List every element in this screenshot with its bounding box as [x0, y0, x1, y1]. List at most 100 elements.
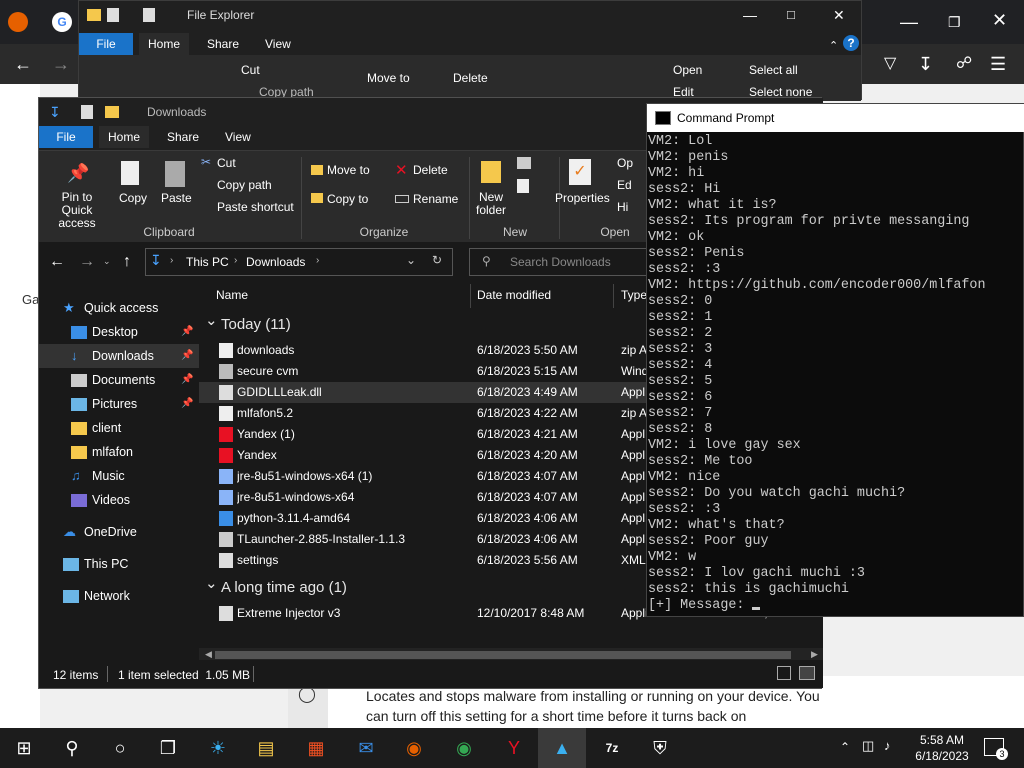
details-view-icon[interactable]	[777, 666, 791, 680]
chevron-down-icon[interactable]: ⌄	[406, 253, 416, 267]
recent-locations-icon[interactable]: ⌄	[103, 256, 111, 267]
task-view-icon[interactable]: ❐	[144, 728, 192, 768]
easy-access-icon[interactable]	[517, 179, 529, 193]
move-to-button[interactable]: Move to	[327, 163, 370, 177]
tab-share[interactable]: Share	[167, 126, 199, 148]
pin-icon[interactable]: 📌	[181, 392, 193, 416]
cmd-output[interactable]: VM2: Lol VM2: penis VM2: hi sess2: Hi VM2: w…	[647, 134, 1024, 616]
open-button[interactable]: Open	[673, 63, 702, 77]
edge-icon[interactable]: ☀	[194, 728, 242, 768]
search-input[interactable]: Search Downloads	[510, 255, 611, 269]
chevron-down-icon[interactable]: ⌄	[205, 573, 218, 594]
close-icon[interactable]: ✕	[833, 5, 845, 25]
nav-item[interactable]: ★ Quick access	[39, 296, 199, 320]
pin-icon[interactable]: 📌	[181, 320, 193, 344]
tab-home[interactable]: Home	[99, 126, 149, 148]
mail-icon[interactable]: ✉	[342, 728, 390, 768]
nav-item[interactable]: Desktop 📌	[39, 320, 199, 344]
paste-shortcut-button[interactable]: Paste shortcut	[217, 200, 294, 214]
delete-button[interactable]: Delete	[413, 163, 448, 177]
back-icon[interactable]: ←	[14, 54, 32, 74]
cut-button[interactable]: Cut	[241, 63, 260, 77]
download-icon[interactable]: ↧	[918, 54, 933, 74]
open-button[interactable]: Op	[617, 156, 633, 170]
volume-icon[interactable]: ♪	[884, 738, 891, 753]
chevron-down-icon[interactable]: ⌄	[205, 310, 218, 331]
firefox-icon[interactable]: ◉	[390, 728, 438, 768]
properties-icon[interactable]	[81, 105, 93, 119]
minimize-icon[interactable]: —	[743, 5, 757, 25]
breadcrumb-downloads[interactable]: Downloads	[246, 255, 305, 269]
up-icon[interactable]: ↑	[123, 252, 131, 272]
pin-icon[interactable]: 📌	[181, 368, 193, 392]
forward-icon[interactable]: →	[52, 54, 70, 74]
7zip-icon[interactable]: 7z	[588, 728, 636, 768]
start-icon[interactable]: ⊞	[0, 728, 48, 768]
nav-item[interactable]: Network	[39, 584, 199, 608]
history-button[interactable]: Hi	[617, 200, 628, 214]
nav-item[interactable]: Documents 📌	[39, 368, 199, 392]
properties-button[interactable]: Properties	[555, 191, 610, 205]
collapse-ribbon-icon[interactable]: ⌃	[829, 39, 838, 52]
tab-view[interactable]: View	[265, 33, 291, 55]
address-bar[interactable]: ↧ › This PC › Downloads › ⌄ ↻	[145, 248, 453, 276]
cut-button[interactable]: Cut	[217, 156, 236, 170]
close-icon[interactable]: ✕	[992, 10, 1007, 30]
yandex-icon[interactable]: Y	[490, 728, 538, 768]
tab-view[interactable]: View	[225, 126, 251, 148]
select-all-button[interactable]: Select all	[749, 63, 798, 77]
maximize-icon[interactable]: □	[787, 5, 795, 25]
menu-icon[interactable]: ☰	[990, 54, 1006, 74]
pocket-icon[interactable]: ▽	[884, 54, 896, 74]
breadcrumb-this-pc[interactable]: This PC	[186, 255, 229, 269]
forward-icon[interactable]: →	[79, 252, 95, 272]
extensions-icon[interactable]: ☍	[956, 54, 972, 74]
new-folder-button[interactable]: New folder	[475, 191, 507, 217]
rename-button[interactable]: Rename	[413, 192, 458, 206]
large-icons-view-icon[interactable]	[799, 666, 815, 680]
new-icon[interactable]	[143, 8, 155, 22]
nav-item[interactable]: Pictures 📌	[39, 392, 199, 416]
nav-item[interactable]: ↓ Downloads 📌	[39, 344, 199, 368]
back-icon[interactable]: ←	[49, 252, 65, 272]
store-icon[interactable]: ▦	[292, 728, 340, 768]
search-icon[interactable]: ⚲	[48, 728, 96, 768]
firefox-icon[interactable]	[8, 12, 28, 32]
search-box[interactable]: ⚲ Search Downloads	[469, 248, 649, 276]
tab-file[interactable]: File	[39, 126, 93, 148]
delete-button[interactable]: Delete	[453, 71, 488, 85]
minimize-icon[interactable]: —	[900, 12, 918, 32]
edit-button[interactable]: Ed	[617, 178, 632, 192]
copy-to-button[interactable]: Copy to	[327, 192, 368, 206]
paste-button[interactable]: Paste	[161, 191, 192, 205]
move-to-button[interactable]: Move to	[367, 71, 410, 85]
chrome-icon[interactable]: ◉	[440, 728, 488, 768]
tab-home[interactable]: Home	[139, 33, 189, 55]
copy-button[interactable]: Copy	[119, 191, 147, 205]
column-name[interactable]: Name	[216, 288, 248, 302]
restore-icon[interactable]: ❐	[948, 12, 961, 32]
help-icon[interactable]: ?	[843, 35, 859, 51]
shield-icon[interactable]: ⛨	[636, 728, 684, 768]
tab-share[interactable]: Share	[207, 33, 239, 55]
nav-item[interactable]: ♫ Music	[39, 464, 199, 488]
nav-item[interactable]: mlfafon	[39, 440, 199, 464]
show-hidden-icons-icon[interactable]: ⌃	[840, 740, 850, 754]
column-date-modified[interactable]: Date modified	[477, 288, 551, 302]
google-tab-icon[interactable]: G	[52, 12, 72, 32]
nav-item[interactable]: This PC	[39, 552, 199, 576]
refresh-icon[interactable]: ↻	[432, 253, 442, 267]
nav-item[interactable]: Videos	[39, 488, 199, 512]
pin-icon[interactable]: 📌	[181, 344, 193, 368]
copy-path-button[interactable]: Copy path	[217, 178, 272, 192]
nav-item[interactable]: ☁ OneDrive	[39, 520, 199, 544]
new-item-icon[interactable]	[517, 157, 531, 169]
python-icon[interactable]: ▲	[538, 728, 586, 768]
column-type[interactable]: Type	[621, 288, 647, 302]
file-explorer-icon[interactable]: ▤	[242, 728, 290, 768]
clock[interactable]: 5:58 AM 6/18/2023	[910, 732, 974, 764]
properties-icon[interactable]	[107, 8, 119, 22]
tab-file[interactable]: File	[79, 33, 133, 55]
nav-item[interactable]: client	[39, 416, 199, 440]
cortana-icon[interactable]: ○	[96, 728, 144, 768]
